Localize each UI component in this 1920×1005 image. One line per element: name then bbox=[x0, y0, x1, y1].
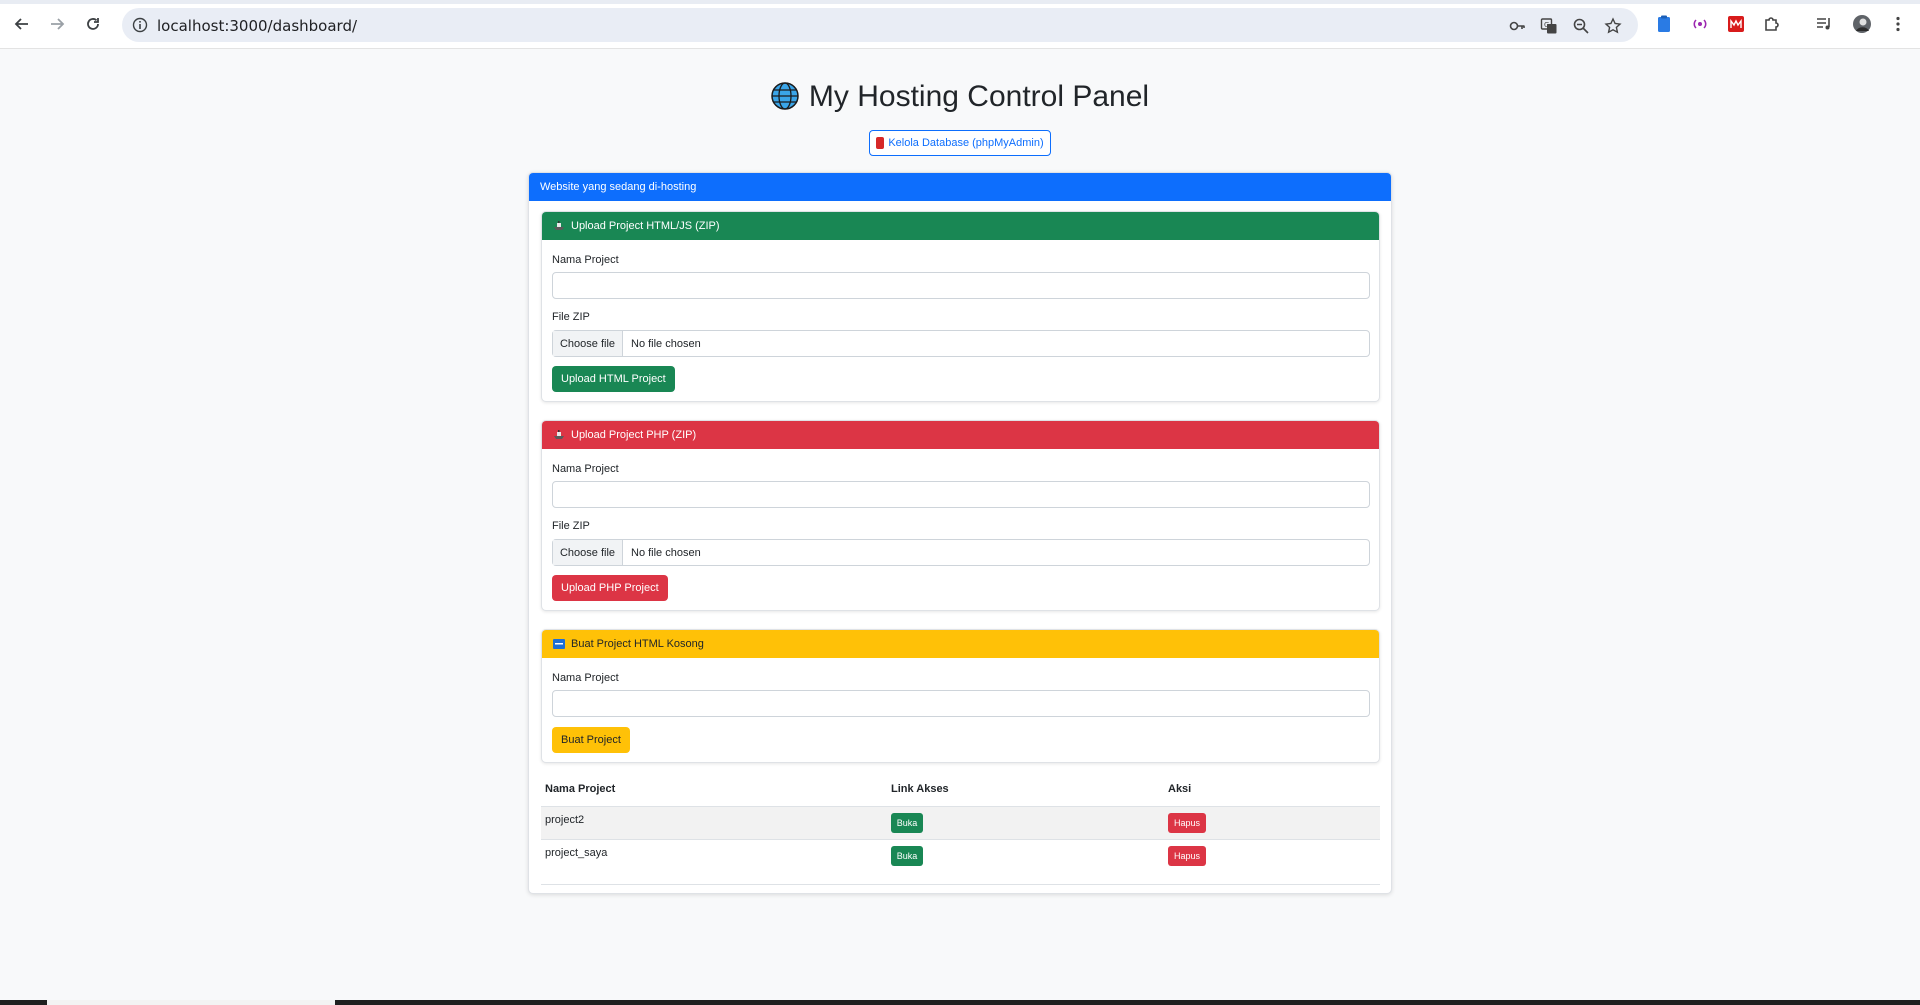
project-name: project_saya bbox=[545, 847, 608, 859]
upload-php-button[interactable]: Upload PHP Project bbox=[552, 575, 668, 601]
php-file-status: No file chosen bbox=[631, 546, 701, 559]
blank-project-header: Buat Project HTML Kosong bbox=[542, 630, 1379, 658]
upload-html-card: Upload Project HTML/JS (ZIP) Nama Projec… bbox=[541, 211, 1380, 402]
clipboard-ext-icon[interactable] bbox=[1654, 14, 1674, 34]
upload-php-title: Upload Project PHP (ZIP) bbox=[571, 429, 697, 441]
ship-icon bbox=[553, 221, 565, 231]
media-icon[interactable] bbox=[1814, 14, 1834, 34]
hosted-websites-header: Website yang sedang di-hosting bbox=[529, 173, 1391, 201]
browser-toolbar: localhost:3000/dashboard/ G bbox=[0, 0, 1920, 49]
project-name: project2 bbox=[545, 814, 585, 826]
column-header-name: Nama Project bbox=[545, 783, 616, 795]
blank-project-name-label: Nama Project bbox=[552, 672, 619, 684]
upload-html-header: Upload Project HTML/JS (ZIP) bbox=[542, 212, 1379, 240]
taskbar-strip bbox=[0, 1000, 1920, 1005]
manage-database-button[interactable]: Kelola Database (phpMyAdmin) bbox=[869, 130, 1051, 156]
svg-text:G: G bbox=[1544, 21, 1549, 29]
more-icon[interactable] bbox=[1888, 14, 1908, 34]
table-row: project2 Buka Hapus bbox=[541, 806, 1380, 839]
table-bottom-border bbox=[541, 884, 1380, 885]
upload-html-button[interactable]: Upload HTML Project bbox=[552, 366, 675, 392]
upload-html-title: Upload Project HTML/JS (ZIP) bbox=[571, 220, 720, 232]
php-project-name-label: Nama Project bbox=[552, 463, 619, 475]
php-zip-file-input[interactable]: Choose file No file chosen bbox=[552, 539, 1370, 566]
create-project-button[interactable]: Buat Project bbox=[552, 727, 630, 753]
database-icon bbox=[876, 137, 885, 149]
cast-ext-icon[interactable] bbox=[1690, 14, 1710, 34]
url-text[interactable]: localhost:3000/dashboard/ bbox=[157, 17, 357, 35]
memo-icon bbox=[553, 639, 565, 649]
table-row: project_saya Buka Hapus bbox=[541, 839, 1380, 872]
html-zip-file-input[interactable]: Choose file No file chosen bbox=[552, 330, 1370, 357]
taskbar-segment bbox=[47, 1000, 335, 1005]
html-file-status: No file chosen bbox=[631, 337, 701, 350]
page-title-text: My Hosting Control Panel bbox=[808, 80, 1150, 113]
profile-avatar[interactable] bbox=[1852, 14, 1872, 34]
blank-project-name-input[interactable] bbox=[552, 690, 1370, 717]
globe-icon bbox=[771, 82, 799, 110]
delete-project-button[interactable]: Hapus bbox=[1168, 813, 1206, 833]
key-icon[interactable] bbox=[1508, 17, 1526, 35]
info-icon[interactable] bbox=[132, 17, 148, 33]
column-header-action: Aksi bbox=[1168, 783, 1192, 795]
html-project-name-label: Nama Project bbox=[552, 254, 619, 266]
hosted-websites-card: Website yang sedang di-hosting Upload Pr… bbox=[528, 172, 1392, 894]
red-ext-icon[interactable] bbox=[1726, 14, 1746, 34]
php-zip-label: File ZIP bbox=[552, 520, 590, 532]
upload-php-card: Upload Project PHP (ZIP) Nama Project Fi… bbox=[541, 420, 1380, 611]
delete-project-button[interactable]: Hapus bbox=[1168, 846, 1206, 866]
translate-icon[interactable]: G bbox=[1540, 17, 1558, 35]
php-project-name-input[interactable] bbox=[552, 481, 1370, 508]
blank-project-title: Buat Project HTML Kosong bbox=[571, 638, 704, 650]
upload-php-header: Upload Project PHP (ZIP) bbox=[542, 421, 1379, 449]
blank-project-card: Buat Project HTML Kosong Nama Project Bu… bbox=[541, 629, 1380, 763]
tab-strip-edge bbox=[0, 0, 1920, 4]
back-icon[interactable] bbox=[10, 12, 34, 36]
html-choose-file-button[interactable]: Choose file bbox=[553, 331, 623, 356]
column-header-link: Link Akses bbox=[891, 783, 949, 795]
puzzle-icon[interactable] bbox=[1762, 14, 1782, 34]
manage-database-label: Kelola Database (phpMyAdmin) bbox=[888, 137, 1044, 149]
star-icon[interactable] bbox=[1604, 17, 1622, 35]
address-bar[interactable]: localhost:3000/dashboard/ G bbox=[122, 8, 1638, 42]
reload-icon[interactable] bbox=[81, 12, 105, 36]
forward-icon[interactable] bbox=[45, 12, 69, 36]
page-title: My Hosting Control Panel bbox=[0, 80, 1920, 114]
open-project-button[interactable]: Buka bbox=[891, 846, 923, 866]
html-project-name-input[interactable] bbox=[552, 272, 1370, 299]
php-choose-file-button[interactable]: Choose file bbox=[553, 540, 623, 565]
zoom-icon[interactable] bbox=[1572, 17, 1590, 35]
html-zip-label: File ZIP bbox=[552, 311, 590, 323]
open-project-button[interactable]: Buka bbox=[891, 813, 923, 833]
ship-icon bbox=[553, 430, 565, 440]
